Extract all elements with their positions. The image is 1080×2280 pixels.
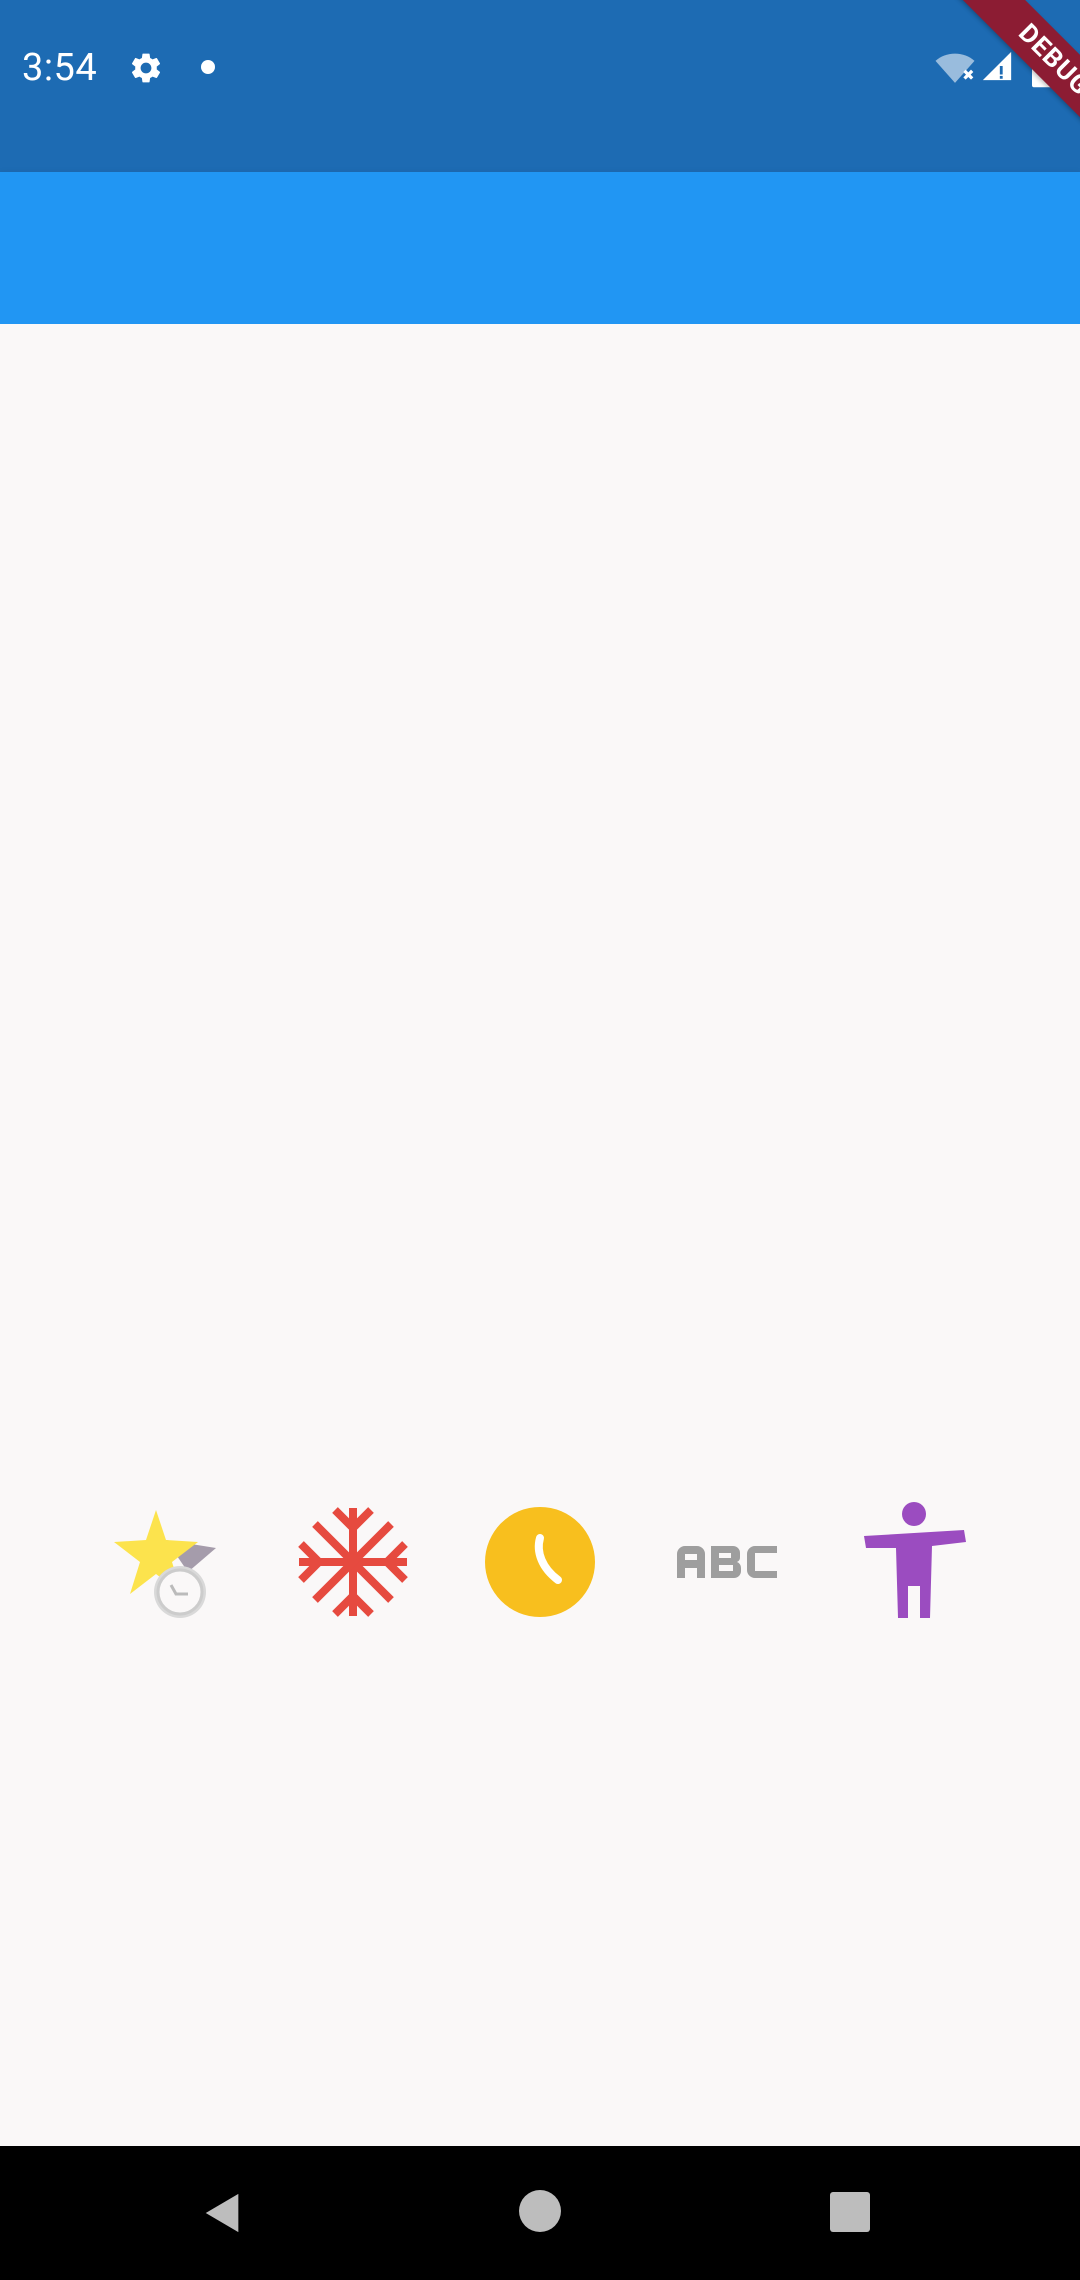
- abc-icon: [667, 1502, 787, 1622]
- recents-button[interactable]: [830, 2192, 870, 2232]
- signal-icon: [982, 51, 1012, 81]
- system-nav-bar: [0, 2146, 1080, 2280]
- notification-dot-icon: [201, 60, 215, 74]
- clock-icon: [480, 1502, 600, 1622]
- main-content: [0, 324, 1080, 2146]
- star-medal-icon: [108, 1502, 228, 1622]
- status-time: 3:54: [22, 46, 98, 90]
- battery-icon: [1032, 42, 1058, 88]
- app-bar: [0, 172, 1080, 324]
- home-button[interactable]: [519, 2190, 561, 2232]
- back-button[interactable]: [200, 2190, 246, 2236]
- wifi-off-icon: [935, 53, 975, 83]
- snowflake-icon: [293, 1502, 413, 1622]
- gear-icon: [131, 53, 161, 83]
- status-bar: 3:54: [0, 0, 1080, 172]
- accessibility-icon: [852, 1502, 972, 1622]
